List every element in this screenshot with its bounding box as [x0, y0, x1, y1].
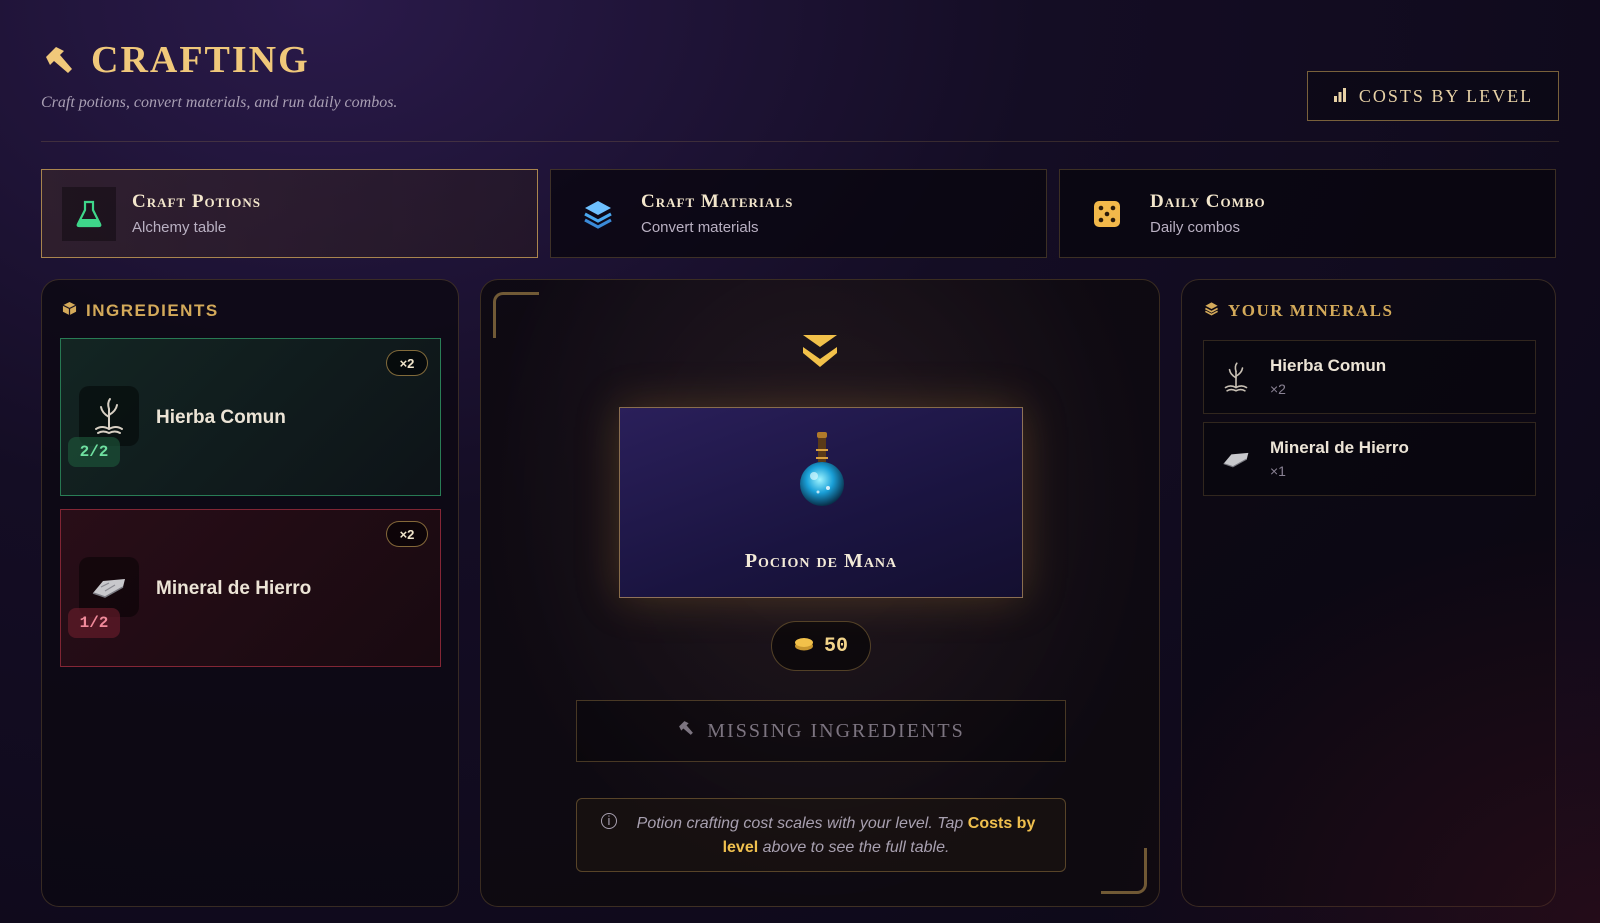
tab-subtitle: Alchemy table: [132, 219, 227, 236]
craft-panel: Pocion de Mana 50 MISSING INGREDIENTS i …: [480, 279, 1160, 907]
cost-value: 50: [823, 634, 848, 658]
progress-badge: 2/2: [68, 437, 120, 467]
minerals-heading: YOUR MINERALS: [1204, 301, 1393, 321]
corner-ornament: [493, 292, 539, 338]
box-icon: [62, 301, 77, 321]
flask-icon: [62, 186, 116, 241]
page-title: CRAFTING: [91, 39, 310, 81]
mana-potion-icon: [794, 428, 850, 517]
missing-ingredients-label: MISSING INGREDIENTS: [707, 719, 965, 742]
cost-info-note: i Potion crafting cost scales with your …: [576, 798, 1066, 872]
mineral-name: Hierba Comun: [1270, 356, 1387, 375]
info-icon: i: [601, 813, 617, 829]
cost-pill: 50: [771, 621, 871, 671]
tab-subtitle: Convert materials: [641, 219, 759, 236]
tab-daily-combo[interactable]: Daily Combo Daily combos: [1059, 169, 1556, 258]
craft-tabs: Craft Potions Alchemy table Craft Materi…: [41, 169, 1556, 258]
costs-by-level-label: COSTS BY LEVEL: [1358, 85, 1534, 106]
header: CRAFTING Craft potions, convert material…: [41, 38, 1559, 142]
hammer-icon: [677, 719, 695, 743]
result-card[interactable]: Pocion de Mana: [619, 407, 1023, 598]
note-text-start: Potion crafting cost scales with your le…: [636, 815, 968, 832]
tab-title: Craft Potions: [132, 191, 262, 212]
mineral-quantity: ×2: [1270, 381, 1286, 397]
ingredient-name: Mineral de Hierro: [156, 578, 312, 599]
minerals-panel: YOUR MINERALS Hierba Comun ×2 Mineral de…: [1181, 279, 1556, 907]
coin-icon: [794, 635, 814, 658]
missing-ingredients-button[interactable]: MISSING INGREDIENTS: [576, 700, 1066, 762]
multiplier-badge: ×2: [386, 350, 428, 376]
ingredient-name: Hierba Comun: [156, 407, 286, 428]
tab-subtitle: Daily combos: [1150, 219, 1241, 236]
herb-icon: [1216, 357, 1256, 397]
layers-icon: [571, 187, 625, 241]
double-chevron-down-icon: [801, 333, 839, 376]
ingredients-panel: INGREDIENTS ×2 Hierba Comun 2/2 ×2 Miner…: [41, 279, 459, 907]
dice-icon: [1080, 187, 1134, 241]
mineral-name: Mineral de Hierro: [1270, 438, 1409, 457]
tab-title: Craft Materials: [641, 191, 794, 212]
tab-title: Daily Combo: [1150, 191, 1266, 212]
ingredient-card-hierba-comun[interactable]: ×2 Hierba Comun 2/2: [60, 338, 441, 496]
mineral-item[interactable]: Mineral de Hierro ×1: [1203, 422, 1536, 496]
costs-by-level-button[interactable]: COSTS BY LEVEL: [1307, 71, 1559, 121]
ingredient-card-mineral-de-hierro[interactable]: ×2 Mineral de Hierro 1/2: [60, 509, 441, 667]
ingredients-heading-label: INGREDIENTS: [86, 301, 219, 320]
result-name: Pocion de Mana: [744, 550, 898, 572]
note-text-end: above to see the full table.: [758, 839, 950, 856]
multiplier-badge: ×2: [386, 521, 428, 547]
bar-chart-icon: [1333, 86, 1347, 107]
mineral-item[interactable]: Hierba Comun ×2: [1203, 340, 1536, 414]
ingot-icon: [1216, 439, 1256, 479]
corner-ornament: [1101, 848, 1147, 894]
ingredients-heading: INGREDIENTS: [62, 301, 219, 321]
progress-badge: 1/2: [68, 608, 120, 638]
tab-craft-materials[interactable]: Craft Materials Convert materials: [550, 169, 1047, 258]
hammer-icon: [41, 42, 77, 78]
tab-craft-potions[interactable]: Craft Potions Alchemy table: [41, 169, 538, 258]
layers-icon: [1204, 301, 1219, 321]
mineral-quantity: ×1: [1270, 463, 1286, 479]
minerals-heading-label: YOUR MINERALS: [1228, 301, 1394, 320]
